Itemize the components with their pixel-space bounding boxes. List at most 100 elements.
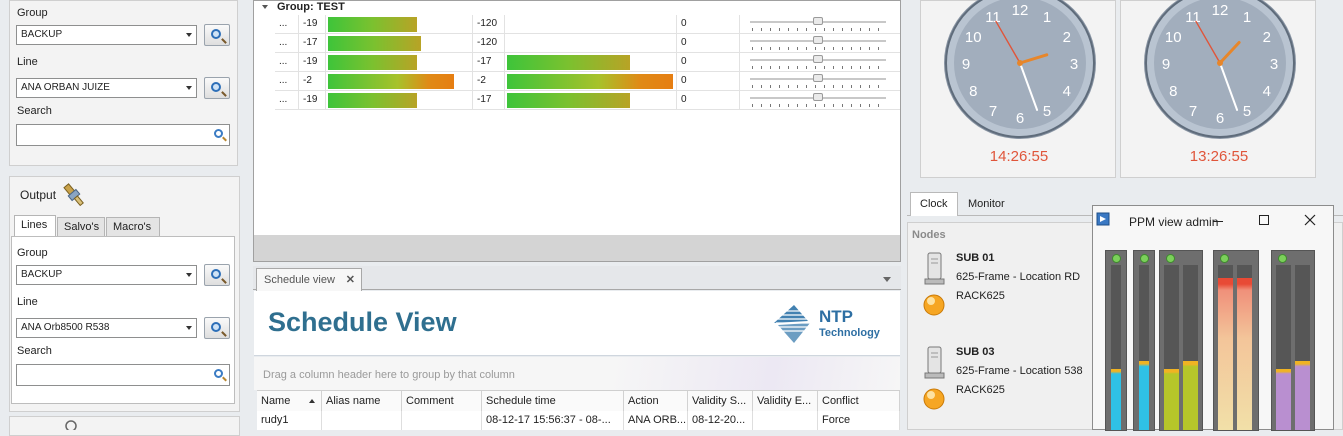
column-header[interactable]: Comment [402,391,482,412]
schedule-header-banner: Schedule View NTP Technology [254,291,900,356]
cell-text: 0 [681,37,687,48]
table-row[interactable]: rudy1 08-12-17 15:56:37 - 08-... ANA ORB..… [257,411,900,430]
column-header[interactable]: Conflict [818,391,900,412]
cell-text[interactable]: ... [279,94,287,105]
slider-thumb[interactable] [813,36,823,44]
signal-led-icon [1112,254,1121,263]
clock-numeral: 11 [985,9,1001,26]
input-group-label: Group [17,7,48,19]
schedule-rows: rudy1 08-12-17 15:56:37 - 08-... ANA ORB..… [257,411,900,430]
output-search-field[interactable] [16,364,230,386]
level-row[interactable]: ... -19 -120 0 [275,15,900,34]
gain-slider[interactable] [740,72,900,91]
input-search-field[interactable] [16,124,230,146]
column-header[interactable]: Validity E... [753,391,818,412]
gain-slider[interactable] [740,53,900,72]
maximize-icon[interactable] [1259,215,1269,225]
slider-track-area[interactable] [744,91,890,110]
node-item[interactable]: SUB 01 625-Frame - Location RD RACK625 [914,247,1094,323]
tab-monitor[interactable]: Monitor [960,195,1020,216]
column-header[interactable]: Action [624,391,688,412]
level-row[interactable]: ... -19 -17 0 [275,53,900,72]
input-line-label: Line [17,56,38,68]
slider-thumb[interactable] [813,93,823,101]
input-line-search-button[interactable] [204,77,230,99]
cell-text[interactable]: ... [279,37,287,48]
slider-thumb[interactable] [813,17,823,25]
cell-level-right: -17 [473,53,505,72]
column-header[interactable]: Schedule time [482,391,624,412]
slider-track-area[interactable] [744,53,890,72]
cell-dots[interactable]: ... [275,72,299,91]
cell-text: -17 [477,94,492,105]
cell-text: -19 [303,56,318,67]
clock-numeral: 6 [1216,110,1224,127]
tab-macros[interactable]: Macro's [106,217,160,237]
tab-monitor-label: Monitor [968,198,1005,210]
tab-clock[interactable]: Clock [910,192,958,216]
column-header-label: Alias name [326,395,381,407]
cell-dots[interactable]: ... [275,53,299,72]
clock-time: 14:26:55 [989,148,1049,165]
input-line-combo[interactable]: ANA ORBAN JUIZE [16,78,197,98]
table-cell: Force [818,411,900,430]
level-row[interactable]: ... -19 -17 0 [275,91,900,110]
clock-numeral: 8 [969,83,977,100]
ppm-channel [1237,265,1252,430]
slider-thumb[interactable] [813,74,823,82]
close-icon[interactable] [1304,214,1316,226]
signal-led-icon [1278,254,1287,263]
cell-text[interactable]: ... [279,56,287,67]
tab-salvos[interactable]: Salvo's [57,217,105,237]
column-header[interactable]: Validity S... [688,391,753,412]
output-line-combo[interactable]: ANA Orb8500 R538 [16,318,197,338]
input-group-combo[interactable]: BACKUP [16,25,197,45]
clock-numeral: 10 [965,29,982,46]
cell-dots[interactable]: ... [275,91,299,110]
cell-level-left: -17 [299,34,326,53]
meter-bar [328,36,421,51]
schedule-tab[interactable]: Schedule view ✕ [256,268,362,291]
level-row[interactable]: ... -2 -2 0 [275,72,900,91]
slider-thumb[interactable] [813,55,823,63]
cell-text[interactable]: ... [279,18,287,29]
cell-value: 0 [677,15,740,34]
ppm-level-fill [1183,360,1198,430]
group-by-area[interactable]: Drag a column header here to group by th… [254,357,900,390]
output-group-search-button[interactable] [204,264,230,286]
table-cell: 08-12-17 15:56:37 - 08-... [482,411,624,430]
level-bar-right [505,72,677,91]
table-cell [753,411,818,430]
meter-bar [507,93,630,108]
collapse-arrow-icon[interactable] [262,5,268,9]
level-grid: Group: TEST ... -19 -120 0... -17 -120 0... -19… [253,0,901,262]
minimize-icon[interactable] [1213,221,1223,222]
gain-slider[interactable] [740,15,900,34]
slider-track-area[interactable] [744,72,890,91]
slider-track-area[interactable] [744,15,890,34]
gain-slider[interactable] [740,91,900,110]
tab-lines[interactable]: Lines [14,215,56,237]
node-item[interactable]: SUB 03 625-Frame - Location 538 RACK625 [914,341,1094,417]
gain-slider[interactable] [740,34,900,53]
cell-dots[interactable]: ... [275,15,299,34]
level-row[interactable]: ... -17 -120 0 [275,34,900,53]
cell-text: -19 [303,18,318,29]
cell-level-right: -120 [473,34,505,53]
output-line-search-button[interactable] [204,317,230,339]
slider-track-area[interactable] [744,34,890,53]
column-header[interactable]: Alias name [322,391,402,412]
column-header[interactable]: Name [257,391,322,412]
cell-dots[interactable]: ... [275,34,299,53]
output-group-combo[interactable]: BACKUP [16,265,197,285]
logo-text-ntp: NTP [819,307,853,326]
tab-overflow-chevron-icon[interactable] [883,277,891,282]
tab-lines-label: Lines [21,219,48,231]
close-icon[interactable]: ✕ [346,273,355,286]
ppm-window: PPM view admin [1092,205,1334,431]
cell-text[interactable]: ... [279,75,287,86]
group-header-row[interactable]: Group: TEST [254,1,900,15]
input-group-search-button[interactable] [204,24,230,46]
ppm-level-fill [1237,278,1252,430]
slider-ticks [752,104,884,107]
